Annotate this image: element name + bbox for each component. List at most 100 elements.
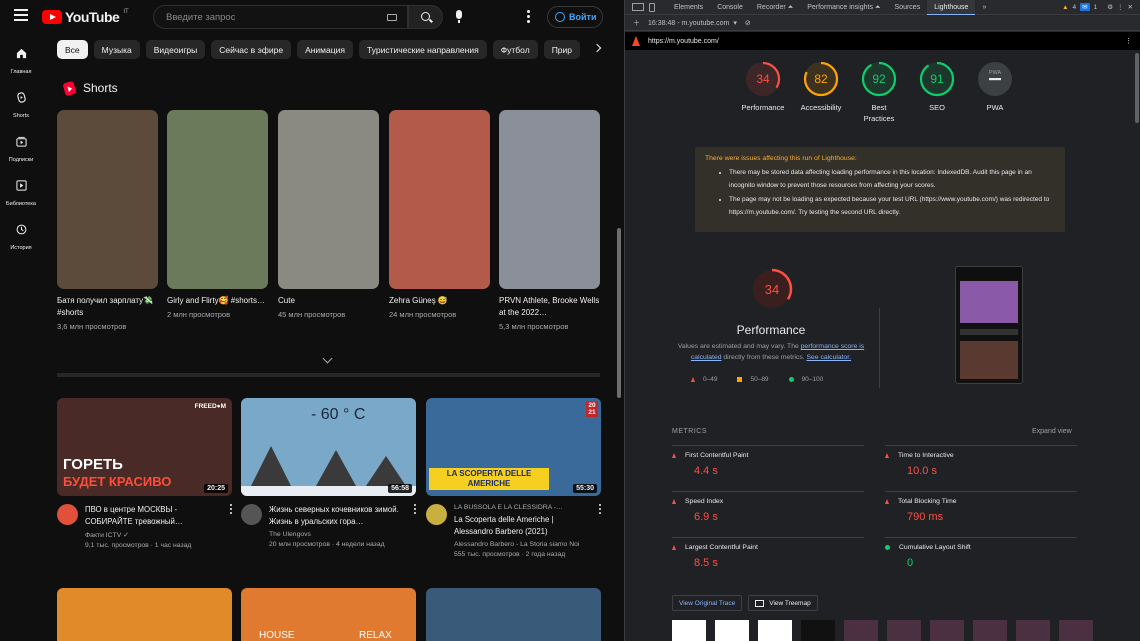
- tab-performance-insights[interactable]: Performance insights ⏶: [800, 0, 887, 15]
- chip-animation[interactable]: Анимация: [297, 40, 353, 59]
- view-trace-button[interactable]: View Original Trace: [672, 595, 743, 611]
- device-toggle-icon[interactable]: [649, 2, 655, 12]
- warning-count[interactable]: 4: [1073, 4, 1077, 11]
- final-screenshot[interactable]: [955, 266, 1023, 384]
- metric-name: Time to Interactive: [898, 452, 954, 459]
- video-thumbnail[interactable]: HOUSE RELAX: [241, 588, 416, 641]
- tab-elements[interactable]: Elements: [667, 0, 710, 15]
- youtube-logo[interactable]: YouTube IT: [42, 9, 129, 25]
- nav-shorts[interactable]: Shorts: [0, 90, 42, 119]
- nav-subscriptions[interactable]: Подписки: [0, 134, 42, 163]
- screenshot-header: [956, 267, 1022, 281]
- view-treemap-button[interactable]: View Treemap: [748, 595, 818, 611]
- video-title[interactable]: ПВО в центре МОСКВЫ - СОБИРАЙТЕ тревожны…: [85, 504, 220, 528]
- video-menu-icon[interactable]: [599, 504, 601, 516]
- short-thumbnail[interactable]: [57, 110, 158, 289]
- video-thumbnail[interactable]: [57, 588, 232, 641]
- tab-sources[interactable]: Sources: [888, 0, 928, 15]
- report-menu-icon[interactable]: ⋮: [1125, 37, 1132, 45]
- calculator-link[interactable]: See calculator.: [807, 354, 852, 361]
- short-thumbnail[interactable]: [499, 110, 600, 289]
- expand-view-toggle[interactable]: Expand view: [1032, 428, 1072, 435]
- short-title[interactable]: PRVN Athlete, Brooke Wells at the 2022…: [499, 295, 600, 319]
- menu-icon[interactable]: [14, 9, 28, 21]
- chip-games[interactable]: Видеоигры: [145, 40, 206, 59]
- short-title[interactable]: Girly and Flirty🥰 #shorts…: [167, 295, 268, 307]
- chip-nature[interactable]: Прир: [543, 40, 580, 59]
- short-title[interactable]: Батя получил зарплату💸#shorts: [57, 295, 158, 319]
- score-gauge[interactable]: 92 Best Practices: [854, 60, 904, 124]
- video-card[interactable]: 20 21 LA SCOPERTA DELLE AMERICHE 55:30 L…: [426, 398, 601, 564]
- video-thumbnail[interactable]: [426, 588, 601, 641]
- video-thumbnail[interactable]: - 60 ° C 56:58: [241, 398, 416, 496]
- channel-avatar[interactable]: [241, 504, 262, 525]
- devtools-menu-icon[interactable]: ⋮: [1117, 3, 1124, 11]
- warning-icon[interactable]: ▲: [1062, 4, 1068, 11]
- channel-name[interactable]: The Ulengovs: [269, 531, 416, 538]
- video-card[interactable]: FREED●M ГОРЕТЬ БУДЕТ КРАСИВО 20:25 ПВО в…: [57, 398, 232, 564]
- audited-url[interactable]: https://m.youtube.com/: [648, 38, 719, 45]
- score-gauge[interactable]: 91 SEO: [912, 60, 962, 113]
- short-card[interactable]: Батя получил зарплату💸#shorts 3,6 млн пр…: [57, 110, 158, 331]
- nav-label: Главная: [10, 69, 32, 75]
- channel-name[interactable]: Alessandro Barbero - La Storia siamo Noi: [454, 541, 601, 548]
- video-title[interactable]: La Scoperta delle Americhe | Alessandro …: [454, 514, 589, 538]
- short-title[interactable]: Zehra Güneş 😅: [389, 295, 490, 307]
- short-card[interactable]: Zehra Güneş 😅 24 млн просмотров: [389, 110, 490, 319]
- score-gauge[interactable]: 34 Performance: [738, 60, 788, 113]
- nav-history[interactable]: История: [0, 222, 42, 251]
- score-gauge[interactable]: PWA PWA: [970, 60, 1020, 113]
- shorts-expand-chevron-icon[interactable]: [322, 353, 333, 364]
- info-count[interactable]: 1: [1094, 4, 1098, 11]
- screen: YouTube IT Введите запрос Войти Главная …: [0, 0, 1140, 641]
- short-thumbnail[interactable]: [389, 110, 490, 289]
- search-input[interactable]: Введите запрос: [153, 5, 408, 29]
- channel-name[interactable]: Факти ICTV ✓: [85, 531, 232, 539]
- tab-more[interactable]: »: [975, 0, 993, 15]
- video-thumbnail[interactable]: 20 21 LA SCOPERTA DELLE AMERICHE 55:30: [426, 398, 601, 496]
- tab-lighthouse[interactable]: Lighthouse: [927, 0, 976, 15]
- chip-music[interactable]: Музыка: [93, 40, 140, 59]
- video-thumbnail[interactable]: FREED●M ГОРЕТЬ БУДЕТ КРАСИВО 20:25: [57, 398, 232, 496]
- new-report-icon[interactable]: ＋: [633, 18, 640, 28]
- pwa-dash-icon: [989, 78, 1001, 81]
- more-options-icon[interactable]: [527, 10, 530, 25]
- issues-icon[interactable]: ✉: [1080, 3, 1090, 11]
- short-card[interactable]: Girly and Flirty🥰 #shorts… 2 млн просмот…: [167, 110, 268, 319]
- short-thumbnail[interactable]: [278, 110, 379, 289]
- search-button[interactable]: [408, 5, 443, 29]
- settings-gear-icon[interactable]: ⚙: [1107, 3, 1113, 11]
- score-gauge[interactable]: 82 Accessibility: [796, 60, 846, 113]
- short-thumbnail[interactable]: [167, 110, 268, 289]
- signin-button[interactable]: Войти: [547, 6, 603, 28]
- video-menu-icon[interactable]: [230, 504, 232, 516]
- channel-avatar[interactable]: [426, 504, 447, 525]
- short-card[interactable]: PRVN Athlete, Brooke Wells at the 2022… …: [499, 110, 600, 331]
- report-scrollbar[interactable]: [1133, 50, 1140, 641]
- short-card[interactable]: Cute 45 млн просмотров: [278, 110, 379, 319]
- inspect-icon[interactable]: [632, 3, 644, 11]
- pwa-badge-text: PWA: [989, 70, 1002, 76]
- nav-home[interactable]: Главная: [0, 46, 42, 75]
- chip-all[interactable]: Все: [57, 40, 88, 59]
- report-dropdown-icon[interactable]: ▾: [733, 19, 737, 27]
- page-scrollbar[interactable]: [617, 228, 621, 398]
- clear-reports-icon[interactable]: ⊘: [745, 19, 751, 27]
- report-selector[interactable]: 16:38:48 - m.youtube.com: [648, 20, 729, 27]
- tab-recorder[interactable]: Recorder ⏶: [750, 0, 800, 15]
- chip-travel[interactable]: Туристические направления: [358, 40, 487, 59]
- tab-console[interactable]: Console: [710, 0, 750, 15]
- short-title[interactable]: Cute: [278, 295, 379, 307]
- microphone-icon[interactable]: [456, 10, 462, 23]
- video-card[interactable]: - 60 ° C 56:58 Жизнь северных кочевников…: [241, 398, 416, 564]
- chip-football[interactable]: Футбол: [492, 40, 538, 59]
- metric-name: Speed Index: [685, 498, 724, 505]
- channel-top[interactable]: LA BUSSOLA E LA CLESSIDRA -…: [454, 504, 601, 511]
- channel-avatar[interactable]: [57, 504, 78, 525]
- chip-live[interactable]: Сейчас в эфире: [211, 40, 292, 59]
- close-devtools-icon[interactable]: ✕: [1128, 3, 1133, 11]
- keyboard-icon[interactable]: [387, 14, 397, 21]
- video-menu-icon[interactable]: [414, 504, 416, 516]
- video-title[interactable]: Жизнь северных кочевников зимой. Жизнь в…: [269, 504, 404, 528]
- nav-library[interactable]: Библиотека: [0, 178, 42, 207]
